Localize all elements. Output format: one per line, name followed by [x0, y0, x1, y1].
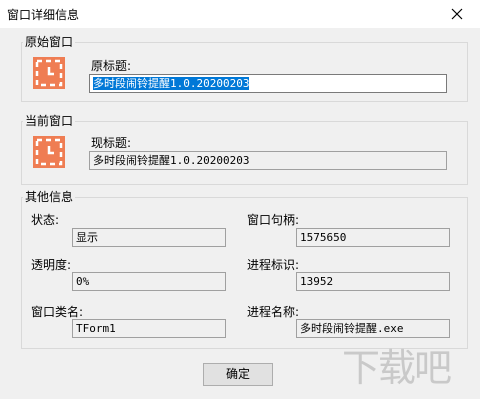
original-title-label: 原标题:: [91, 59, 132, 73]
window-class-field[interactable]: TForm1: [72, 319, 226, 338]
current-window-group-title: 当前窗口: [23, 112, 76, 129]
original-title-field[interactable]: 多时段闹铃提醒1.0.20200203: [89, 74, 447, 93]
process-name-label: 进程名称:: [247, 305, 300, 319]
current-app-icon: [33, 136, 65, 168]
current-title-label: 现标题:: [91, 136, 132, 150]
close-icon: [451, 8, 463, 20]
original-title-value: 多时段闹铃提醒1.0.20200203: [93, 77, 250, 90]
opacity-field[interactable]: 0%: [72, 272, 226, 291]
status-label: 状态:: [31, 213, 60, 227]
opacity-label: 透明度:: [31, 258, 72, 272]
window-class-label: 窗口类名:: [31, 305, 84, 319]
current-title-field[interactable]: 多时段闹铃提醒1.0.20200203: [89, 151, 447, 170]
window-title: 窗口详细信息: [7, 8, 80, 22]
clock-icon: [33, 57, 65, 89]
original-window-group-title: 原始窗口: [23, 33, 76, 50]
clock-icon: [33, 136, 65, 168]
process-id-label: 进程标识:: [247, 258, 300, 272]
window-handle-field[interactable]: 1575650: [296, 228, 450, 247]
watermark: 下载吧: [342, 346, 452, 390]
window-handle-label: 窗口句柄:: [247, 213, 300, 227]
close-button[interactable]: [434, 0, 480, 28]
ok-button[interactable]: 确定: [203, 363, 273, 386]
original-window-group: [21, 42, 468, 102]
status-field[interactable]: 显示: [72, 228, 226, 247]
process-id-field[interactable]: 13952: [296, 272, 450, 291]
title-bar: 窗口详细信息: [0, 0, 480, 28]
original-app-icon: [33, 57, 65, 89]
other-info-group-title: 其他信息: [23, 188, 76, 205]
process-name-field[interactable]: 多时段闹铃提醒.exe: [296, 319, 450, 338]
